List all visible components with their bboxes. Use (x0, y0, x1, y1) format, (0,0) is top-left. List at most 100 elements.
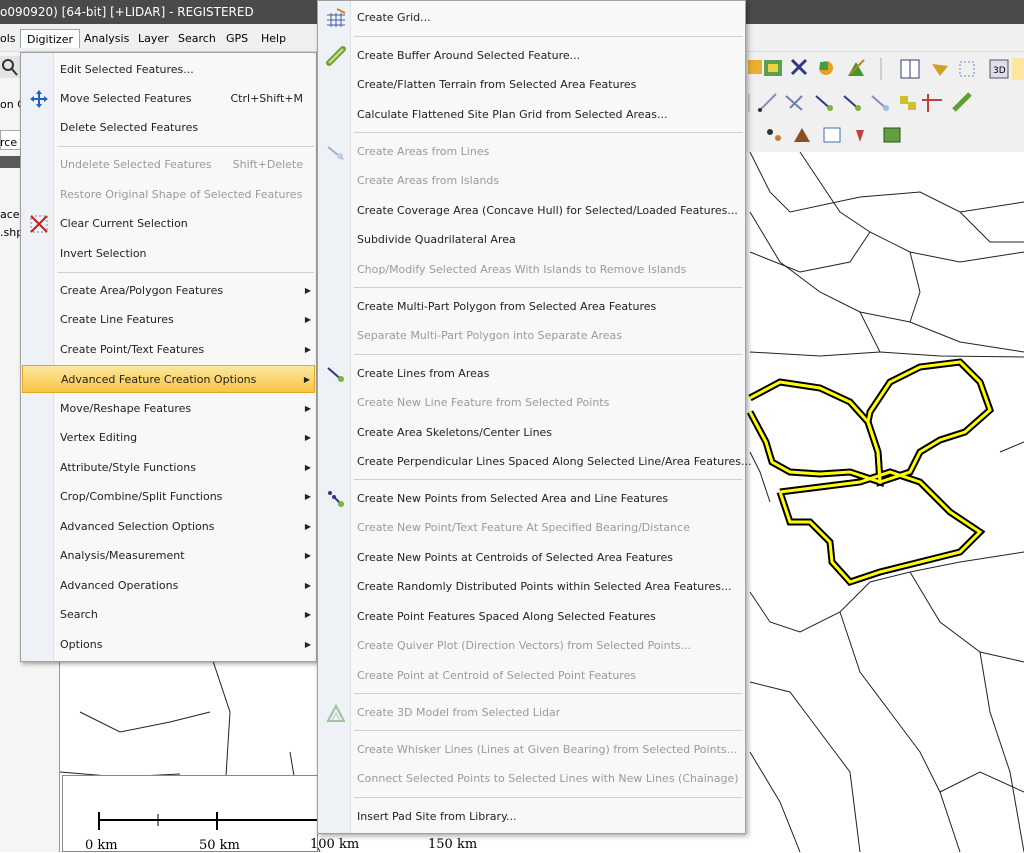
submenu-points-spaced[interactable]: Create Point Features Spaced Along Selec… (319, 602, 744, 632)
submenu-coverage-area[interactable]: Create Coverage Area (Concave Hull) for … (319, 196, 744, 226)
areas-from-lines-icon (327, 146, 344, 160)
clear-selection-icon (30, 215, 48, 233)
menu-advanced-operations[interactable]: Advanced Operations ▶ (22, 572, 315, 600)
label: Create New Points at Centroids of Select… (357, 551, 674, 564)
submenu-multipart-polygon[interactable]: Create Multi-Part Polygon from Selected … (319, 292, 744, 322)
menu-layer[interactable]: Layer (132, 29, 175, 48)
submenu-site-plan-grid[interactable]: Calculate Flattened Site Plan Grid from … (319, 100, 744, 130)
label: Create Point/Text Features (60, 343, 205, 356)
submenu-flatten-terrain[interactable]: Create/Flatten Terrain from Selected Are… (319, 70, 744, 100)
submenu-arrow-icon: ▶ (304, 286, 311, 295)
submenu-arrow-icon: ▶ (303, 375, 310, 384)
label: Attribute/Style Functions (60, 461, 196, 474)
menu-undelete[interactable]: Undelete Selected Features Shift+Delete (22, 151, 315, 179)
label: Insert Pad Site from Library... (357, 810, 517, 823)
label: Advanced Operations (60, 579, 179, 592)
buffer-icon (326, 46, 346, 66)
label: Analysis/Measurement (60, 549, 185, 562)
scale-label-50: 50 km (199, 838, 240, 853)
submenu-separate-multipart[interactable]: Separate Multi-Part Polygon into Separat… (319, 321, 744, 351)
submenu-areas-from-islands[interactable]: Create Areas from Islands (319, 166, 744, 196)
label: Advanced Selection Options (60, 520, 215, 533)
advanced-creation-submenu: Create Grid... Create Buffer Around Sele… (317, 0, 752, 834)
label: Advanced Feature Creation Options (61, 373, 257, 386)
separator (57, 272, 314, 273)
menu-edit-selected[interactable]: Edit Selected Features... (22, 56, 315, 84)
label: Create Grid... (357, 11, 431, 24)
submenu-area-skeletons[interactable]: Create Area Skeletons/Center Lines (319, 418, 744, 448)
toolbar-area: 3D (746, 52, 1024, 152)
menu-invert-selection[interactable]: Invert Selection (22, 240, 315, 268)
menu-gps[interactable]: GPS (220, 29, 254, 48)
menu-move-selected[interactable]: Move Selected Features Ctrl+Shift+M (22, 85, 315, 113)
submenu-insert-pad-site[interactable]: Insert Pad Site from Library... (319, 802, 744, 832)
label: Edit Selected Features... (60, 63, 194, 76)
menu-create-line[interactable]: Create Line Features ▶ (22, 306, 315, 334)
label: Create Point at Centroid of Selected Poi… (357, 669, 637, 682)
scale-label-0: 0 km (85, 838, 118, 853)
menu-digitizer[interactable]: Digitizer (20, 29, 80, 48)
submenu-whisker-lines[interactable]: Create Whisker Lines (Lines at Given Bea… (319, 735, 744, 765)
label: Restore Original Shape of Selected Featu… (60, 188, 303, 201)
submenu-lines-from-areas[interactable]: Create Lines from Areas (319, 359, 744, 389)
submenu-arrow-icon: ▶ (304, 492, 311, 501)
submenu-3d-model[interactable]: Create 3D Model from Selected Lidar (319, 698, 744, 728)
menu-analysis[interactable]: Analysis (78, 29, 135, 48)
menu-options[interactable]: Options ▶ (22, 631, 315, 659)
lines-from-areas-icon (327, 367, 344, 382)
label: Create Areas from Islands (357, 174, 500, 187)
submenu-arrow-icon: ▶ (304, 404, 311, 413)
menu-move-reshape[interactable]: Move/Reshape Features ▶ (22, 395, 315, 423)
menu-advanced-selection[interactable]: Advanced Selection Options ▶ (22, 513, 315, 541)
menu-crop-combine[interactable]: Crop/Combine/Split Functions ▶ (22, 483, 315, 511)
submenu-point-centroid[interactable]: Create Point at Centroid of Selected Poi… (319, 661, 744, 691)
submenu-points-from-area-line[interactable]: Create New Points from Selected Area and… (319, 484, 744, 514)
menu-delete-selected[interactable]: Delete Selected Features (22, 114, 315, 142)
menu-vertex-editing[interactable]: Vertex Editing ▶ (22, 424, 315, 452)
submenu-subdivide-quad[interactable]: Subdivide Quadrilateral Area (319, 225, 744, 255)
label: Create New Point/Text Feature At Specifi… (357, 521, 690, 534)
layer-name-1[interactable]: ace (0, 208, 20, 221)
points-from-features-icon (328, 491, 344, 507)
separator (354, 730, 743, 731)
label: Create Point Features Spaced Along Selec… (357, 610, 656, 623)
submenu-random-points[interactable]: Create Randomly Distributed Points withi… (319, 572, 744, 602)
submenu-arrow-icon: ▶ (304, 522, 311, 531)
separator (354, 287, 743, 288)
menu-search[interactable]: Search (172, 29, 222, 48)
submenu-create-buffer[interactable]: Create Buffer Around Selected Feature... (319, 41, 744, 71)
label: Create Multi-Part Polygon from Selected … (357, 300, 657, 313)
menu-search[interactable]: Search ▶ (22, 601, 315, 629)
submenu-line-from-points[interactable]: Create New Line Feature from Selected Po… (319, 388, 744, 418)
menu-create-point[interactable]: Create Point/Text Features ▶ (22, 336, 315, 364)
menu-restore-shape[interactable]: Restore Original Shape of Selected Featu… (22, 181, 315, 209)
submenu-arrow-icon: ▶ (304, 551, 311, 560)
digitizer-menu: Edit Selected Features... Move Selected … (20, 52, 317, 662)
menu-clear-selection[interactable]: Clear Current Selection (22, 210, 315, 238)
toolbar-icons[interactable]: 3D (746, 52, 1024, 152)
submenu-create-grid[interactable]: Create Grid... (319, 3, 744, 33)
submenu-point-at-bearing[interactable]: Create New Point/Text Feature At Specifi… (319, 513, 744, 543)
submenu-quiver-plot[interactable]: Create Quiver Plot (Direction Vectors) f… (319, 631, 744, 661)
submenu-points-at-centroids[interactable]: Create New Points at Centroids of Select… (319, 543, 744, 573)
submenu-chop-islands[interactable]: Chop/Modify Selected Areas With Islands … (319, 255, 744, 285)
lidar-3d-icon (326, 703, 346, 722)
submenu-arrow-icon: ▶ (304, 581, 311, 590)
label: Undelete Selected Features (60, 158, 212, 171)
menu-analysis-measurement[interactable]: Analysis/Measurement ▶ (22, 542, 315, 570)
label: Create Area/Polygon Features (60, 284, 224, 297)
menu-help[interactable]: Help (255, 29, 292, 48)
submenu-perpendicular-lines[interactable]: Create Perpendicular Lines Spaced Along … (319, 447, 752, 477)
label: Clear Current Selection (60, 217, 188, 230)
menu-tools[interactable]: ols (0, 29, 22, 48)
submenu-connect-chainage[interactable]: Connect Selected Points to Selected Line… (319, 764, 744, 794)
label: Separate Multi-Part Polygon into Separat… (357, 329, 623, 342)
submenu-areas-from-lines[interactable]: Create Areas from Lines (319, 137, 744, 167)
separator (354, 693, 743, 694)
menu-advanced-creation[interactable]: Advanced Feature Creation Options ▶ (22, 365, 315, 393)
label: Create Quiver Plot (Direction Vectors) f… (357, 639, 692, 652)
zoom-tool-icon[interactable] (0, 56, 20, 78)
menu-create-area[interactable]: Create Area/Polygon Features ▶ (22, 277, 315, 305)
label: Create Lines from Areas (357, 367, 490, 380)
menu-attribute-style[interactable]: Attribute/Style Functions ▶ (22, 454, 315, 482)
